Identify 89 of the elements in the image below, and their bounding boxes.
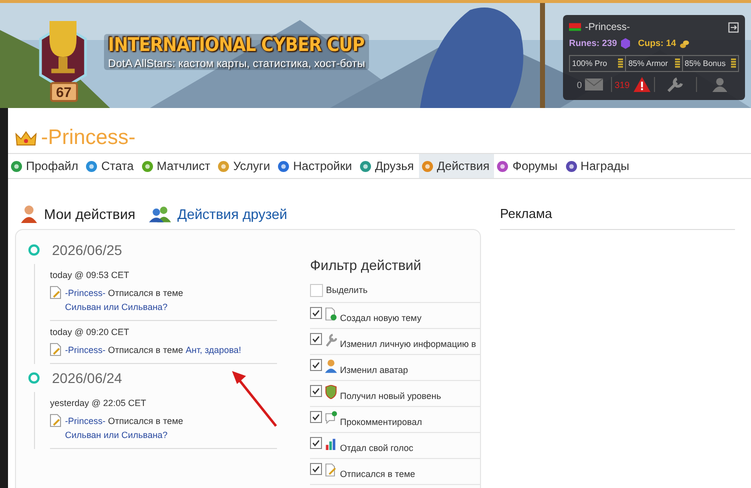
user-name[interactable]: -Princess- [585, 22, 724, 32]
checkbox[interactable] [310, 333, 322, 345]
stat-cell: 100% Pro [570, 56, 626, 71]
topic-link[interactable]: Сильван или Сильвана? [65, 302, 168, 312]
message-count: 0 [576, 80, 582, 90]
alert-count: 319 [614, 80, 630, 90]
wrench-icon [325, 333, 337, 347]
document-pencil-icon [50, 414, 61, 427]
profile-name: -Princess- [41, 126, 136, 150]
filter-label: Прокомментировал [340, 416, 422, 429]
user-link[interactable]: -Princess- [65, 345, 106, 355]
person-icon [325, 359, 337, 373]
shield-icon [325, 385, 337, 399]
filter-label: Изменил личную информацию в [340, 338, 476, 351]
tab-icon [218, 160, 230, 172]
nav-tab[interactable]: Настройки [275, 154, 357, 178]
nav-tab[interactable]: Стата [83, 154, 139, 178]
checkbox[interactable] [310, 359, 322, 371]
stat-cell: 85% Armor [626, 56, 683, 71]
checkbox-label: Выделить [326, 284, 368, 297]
checkbox[interactable] [310, 411, 322, 423]
date-heading: 2026/06/25 [52, 242, 122, 258]
document-pencil-icon [50, 343, 61, 356]
checkbox[interactable] [310, 437, 322, 449]
bar-chart-icon [325, 437, 337, 451]
runes-count: Runes: 239 [569, 38, 618, 48]
user-link[interactable]: -Princess- [65, 288, 106, 298]
filter-label: Отписался в теме [340, 468, 416, 481]
tab-icon [142, 160, 153, 172]
crown-icon [15, 130, 37, 146]
filter-label: Создал новую тему [340, 312, 422, 325]
stat-cell: 85% Bonus [682, 56, 738, 71]
section-link[interactable]: Действия друзей [149, 199, 288, 229]
rune-icon [621, 38, 630, 48]
stack-icon [674, 58, 680, 69]
new-document-icon [325, 307, 337, 321]
nav-tab[interactable]: Профайл [8, 154, 84, 178]
checkbox[interactable] [310, 307, 322, 319]
timeline-dot-icon [28, 372, 40, 384]
entry-time: today @ 09:53 CET [50, 270, 130, 280]
timeline-dot-icon [28, 244, 40, 256]
tab-icon [422, 160, 433, 172]
document-pencil-icon [325, 463, 337, 477]
filter-label: Отдал свой голос [340, 442, 414, 455]
checkbox[interactable] [310, 385, 322, 397]
people-icon [149, 205, 172, 223]
topic-link[interactable]: Сильван или Сильвана? [65, 430, 168, 440]
topic-link[interactable]: Ант, здарова! [186, 345, 242, 355]
coins-icon [680, 38, 690, 48]
wrench-icon[interactable] [666, 77, 684, 92]
section-link[interactable]: Мои действия [20, 199, 136, 229]
tab-icon [11, 160, 22, 172]
comment-icon [325, 411, 337, 425]
nav-tab[interactable]: Награды [562, 154, 634, 178]
activity-text: -Princess- Отписался в теме Сильван или Сильвана? [65, 287, 184, 314]
person-icon [20, 205, 38, 223]
tab-icon [566, 160, 577, 172]
filter-label: Изменил аватар [340, 364, 408, 377]
nav-tab[interactable]: Друзья [356, 154, 419, 178]
entry-time: yesterday @ 22:05 CET [50, 398, 148, 408]
ads-heading: Реклама [500, 179, 735, 230]
tab-icon [86, 160, 98, 172]
stack-icon [618, 58, 624, 69]
user-link[interactable]: -Princess- [65, 416, 106, 426]
activity-text: -Princess- Отписался в теме Сильван или Сильвана? [65, 415, 184, 442]
tab-icon [360, 160, 371, 172]
nav-tab[interactable]: Действия [418, 154, 494, 178]
activity-text: -Princess- Отписался в теме Ант, здарова! [65, 344, 242, 357]
tab-icon [278, 160, 290, 172]
tab-icon [497, 160, 508, 172]
level-badge: 67 [50, 82, 78, 102]
warning-icon[interactable] [632, 77, 651, 92]
nav-tab[interactable]: Форумы [494, 154, 563, 178]
entry-time: today @ 09:20 CET [50, 327, 130, 337]
cups-count: Cups: 14 [638, 38, 676, 48]
checkbox[interactable] [310, 284, 323, 297]
logout-icon[interactable] [728, 22, 739, 32]
date-heading: 2026/06/24 [52, 370, 122, 386]
flag-icon [569, 23, 581, 31]
stack-icon [730, 58, 736, 69]
site-subtitle: DotA AllStars: кастом карты, статистика, хост-боты [108, 58, 365, 70]
filter-label: Получил новый уровень [340, 390, 442, 403]
checkbox[interactable] [310, 463, 322, 475]
site-title: INTERNATIONAL CYBER CUP [108, 34, 365, 56]
nav-tab[interactable]: Матчлист [138, 154, 216, 178]
document-pencil-icon [50, 286, 61, 299]
envelope-icon[interactable] [584, 77, 603, 92]
filter-title: Фильтр действий [310, 257, 422, 273]
nav-tab[interactable]: Услуги [215, 154, 276, 178]
